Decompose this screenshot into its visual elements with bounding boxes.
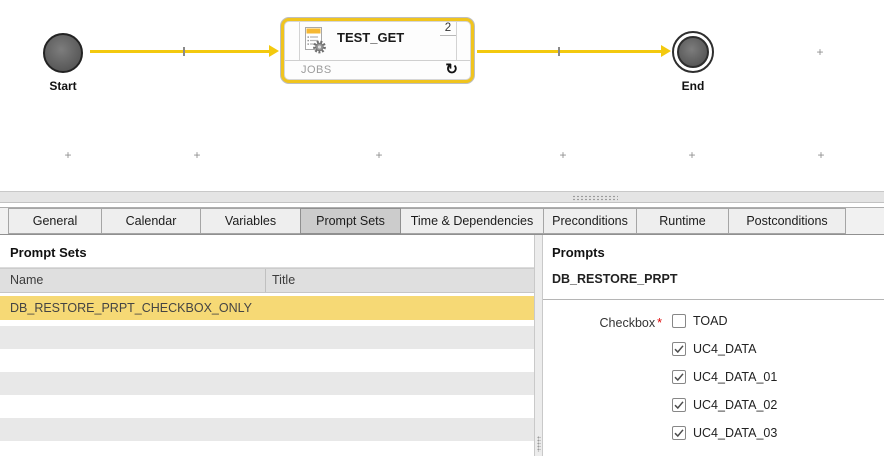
checkbox-label: TOAD [693, 313, 728, 328]
tab-preconditions[interactable]: Preconditions [543, 208, 637, 234]
start-node[interactable] [43, 33, 83, 73]
prompts-divider [543, 299, 884, 300]
tab-variables[interactable]: Variables [200, 208, 301, 234]
splitter-grip-icon [536, 436, 541, 452]
grid-insert-marker[interactable]: + [375, 149, 382, 161]
tab-prompt-sets[interactable]: Prompt Sets [300, 208, 401, 234]
checkbox-uc4-data-02[interactable] [672, 397, 686, 412]
checkbox-uc4-data[interactable] [672, 341, 686, 356]
table-row-empty[interactable] [0, 349, 534, 372]
checkbox-option-uc4-data-03: UC4_DATA_03 [672, 425, 777, 440]
prompt-set-name-cell: DB_RESTORE_PRPT_CHECKBOX_ONLY [10, 301, 252, 315]
job-title: TEST_GET [337, 30, 405, 45]
grid-insert-marker[interactable]: + [559, 149, 566, 161]
grid-insert-marker[interactable]: + [64, 149, 71, 161]
tab-bar: General Calendar Variables Prompt Sets Time … [0, 207, 884, 235]
prompt-sets-panel-title: Prompt Sets [10, 245, 87, 260]
checkmark-icon [674, 344, 684, 353]
tab-runtime[interactable]: Runtime [636, 208, 729, 234]
horizontal-splitter[interactable] [0, 191, 884, 203]
checkbox-label: UC4_DATA [693, 341, 757, 356]
grid-insert-marker[interactable]: + [688, 149, 695, 161]
table-row-empty[interactable] [0, 441, 534, 456]
checkbox-option-list: TOAD UC4_DATA UC4_DATA_01 UC4_DATA_02 UC4_DA… [672, 313, 777, 440]
table-row-empty[interactable] [0, 418, 534, 441]
table-row-empty[interactable] [0, 326, 534, 349]
table-row-empty[interactable] [0, 395, 534, 418]
column-header-name[interactable]: Name [10, 269, 43, 292]
end-node-label: End [681, 79, 705, 93]
grid-insert-marker[interactable]: + [817, 149, 824, 161]
table-empty-rows [0, 326, 534, 456]
table-row-selected[interactable]: DB_RESTORE_PRPT_CHECKBOX_ONLY [0, 296, 534, 320]
checkbox-field-label: Checkbox * [552, 316, 662, 330]
end-node-core [677, 36, 709, 68]
prompt-set-name: DB_RESTORE_PRPT [552, 272, 678, 286]
end-node[interactable] [672, 31, 714, 73]
workflow-canvas[interactable]: Start TEST_GET 2 JOBS ↻ End + + + + + + … [0, 0, 884, 191]
edge-end-arrowhead-icon [661, 45, 671, 57]
column-divider[interactable] [265, 269, 266, 292]
checkbox-toad[interactable] [672, 313, 686, 328]
edge-job-to-end[interactable] [477, 50, 662, 53]
splitter-grip-icon [572, 195, 618, 201]
jobs-object-icon [303, 26, 327, 59]
checkmark-icon [674, 428, 684, 437]
edge-end-midpoint-tick [558, 47, 560, 56]
checkbox-uc4-data-03[interactable] [672, 425, 686, 440]
checkbox-label: UC4_DATA_01 [693, 369, 778, 384]
grid-insert-marker[interactable]: + [193, 149, 200, 161]
required-marker: * [657, 316, 662, 330]
table-row-empty[interactable] [0, 372, 534, 395]
field-label-text: Checkbox [599, 316, 656, 330]
checkmark-icon [674, 400, 684, 409]
workflow-editor-window: Start TEST_GET 2 JOBS ↻ End + + + + + + … [0, 0, 884, 456]
job-type-label: JOBS [301, 64, 332, 76]
checkmark-icon [674, 372, 684, 381]
checkbox-option-uc4-data-01: UC4_DATA_01 [672, 369, 777, 384]
edge-start-midpoint-tick [183, 47, 185, 56]
tab-postconditions[interactable]: Postconditions [728, 208, 846, 234]
column-header-title[interactable]: Title [272, 269, 295, 292]
prompts-panel: Prompts DB_RESTORE_PRPT Checkbox * TOAD UC… [543, 235, 884, 456]
checkbox-label: UC4_DATA_02 [693, 397, 778, 412]
vertical-splitter[interactable] [534, 235, 543, 456]
table-header: Name Title [0, 268, 534, 293]
checkbox-option-uc4-data: UC4_DATA [672, 341, 777, 356]
job-node-test-get[interactable]: TEST_GET 2 JOBS ↻ [280, 17, 475, 84]
tab-calendar[interactable]: Calendar [101, 208, 201, 234]
job-count-badge: 2 [440, 22, 456, 36]
prompt-sets-panel: Prompt Sets Name Title DB_RESTORE_PRPT_C… [0, 235, 534, 456]
prompts-panel-title: Prompts [552, 245, 605, 260]
edge-start-to-job[interactable] [90, 50, 270, 53]
job-right-divider [456, 22, 457, 61]
restart-icon[interactable]: ↻ [445, 61, 458, 79]
start-node-label: Start [49, 79, 77, 93]
edge-start-arrowhead-icon [269, 45, 279, 57]
checkbox-label: UC4_DATA_03 [693, 425, 778, 440]
tab-time-dependencies[interactable]: Time & Dependencies [400, 208, 544, 234]
job-left-divider [299, 22, 300, 61]
job-footer: JOBS ↻ [285, 60, 470, 79]
checkbox-option-uc4-data-02: UC4_DATA_02 [672, 397, 777, 412]
checkbox-uc4-data-01[interactable] [672, 369, 686, 384]
tab-general[interactable]: General [8, 208, 102, 234]
grid-insert-marker[interactable]: + [816, 46, 823, 58]
job-node-body: TEST_GET 2 JOBS ↻ [284, 21, 471, 80]
checkbox-option-toad: TOAD [672, 313, 777, 328]
